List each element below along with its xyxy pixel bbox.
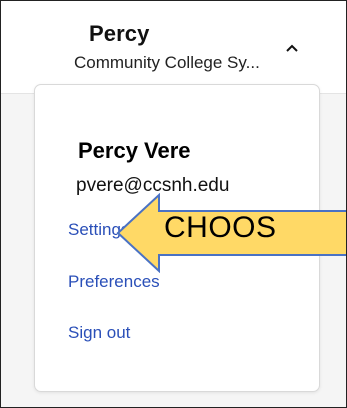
account-name: Percy — [89, 21, 150, 46]
sign-out-link[interactable]: Sign out — [68, 323, 130, 343]
screenshot-frame: Percy Community College Sy... Percy Vere… — [0, 0, 347, 408]
organization-name: Community College Sy... — [74, 53, 260, 72]
preferences-link[interactable]: Preferences — [68, 272, 160, 292]
callout-text: CHOOS — [164, 211, 277, 244]
chevron-up-icon[interactable] — [282, 41, 302, 55]
user-name: Percy Vere — [78, 138, 191, 163]
account-header[interactable]: Percy Community College Sy... — [1, 1, 346, 93]
